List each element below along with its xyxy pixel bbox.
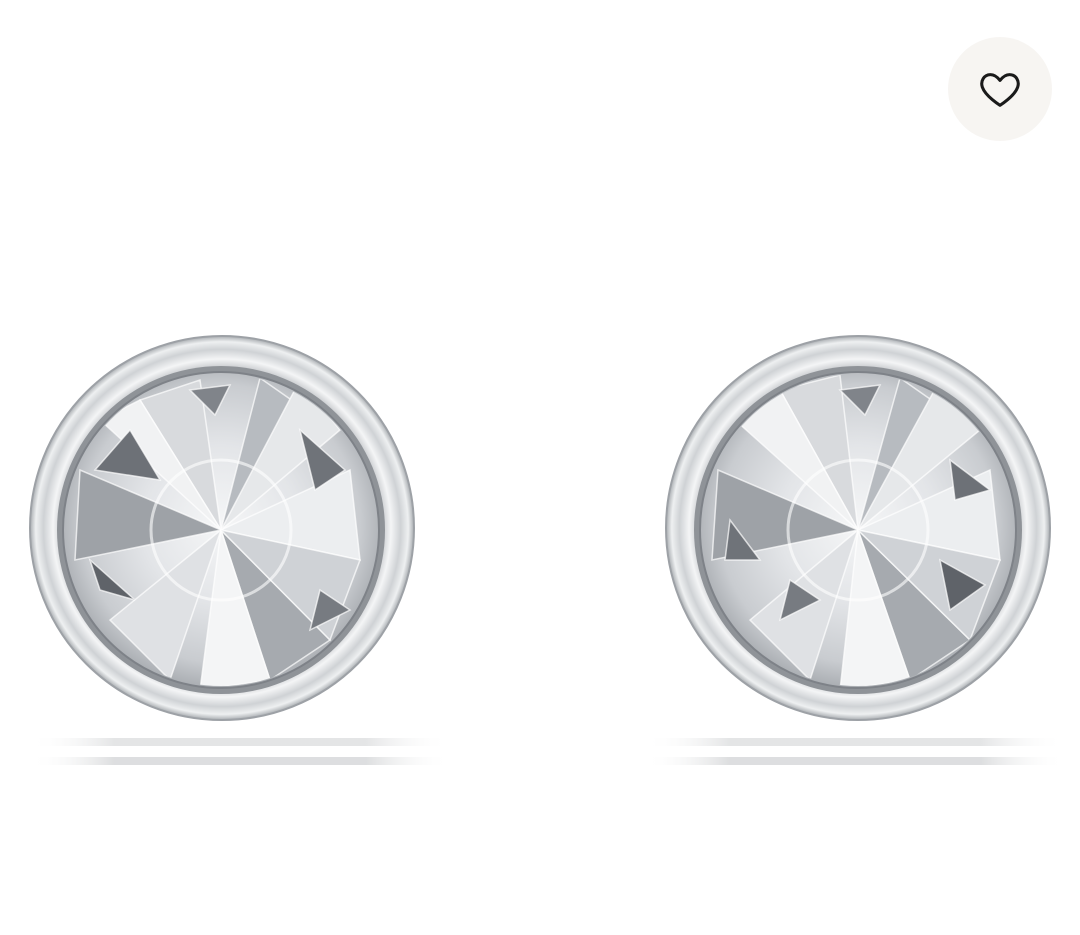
heart-outline-icon: [980, 73, 1020, 107]
product-image-gallery: [0, 0, 1080, 935]
left-earring: [29, 335, 415, 721]
right-earring: [665, 335, 1051, 721]
add-to-wishlist-button[interactable]: [948, 37, 1052, 141]
earring-shadows: [30, 738, 1065, 765]
product-image: [29, 335, 1065, 765]
